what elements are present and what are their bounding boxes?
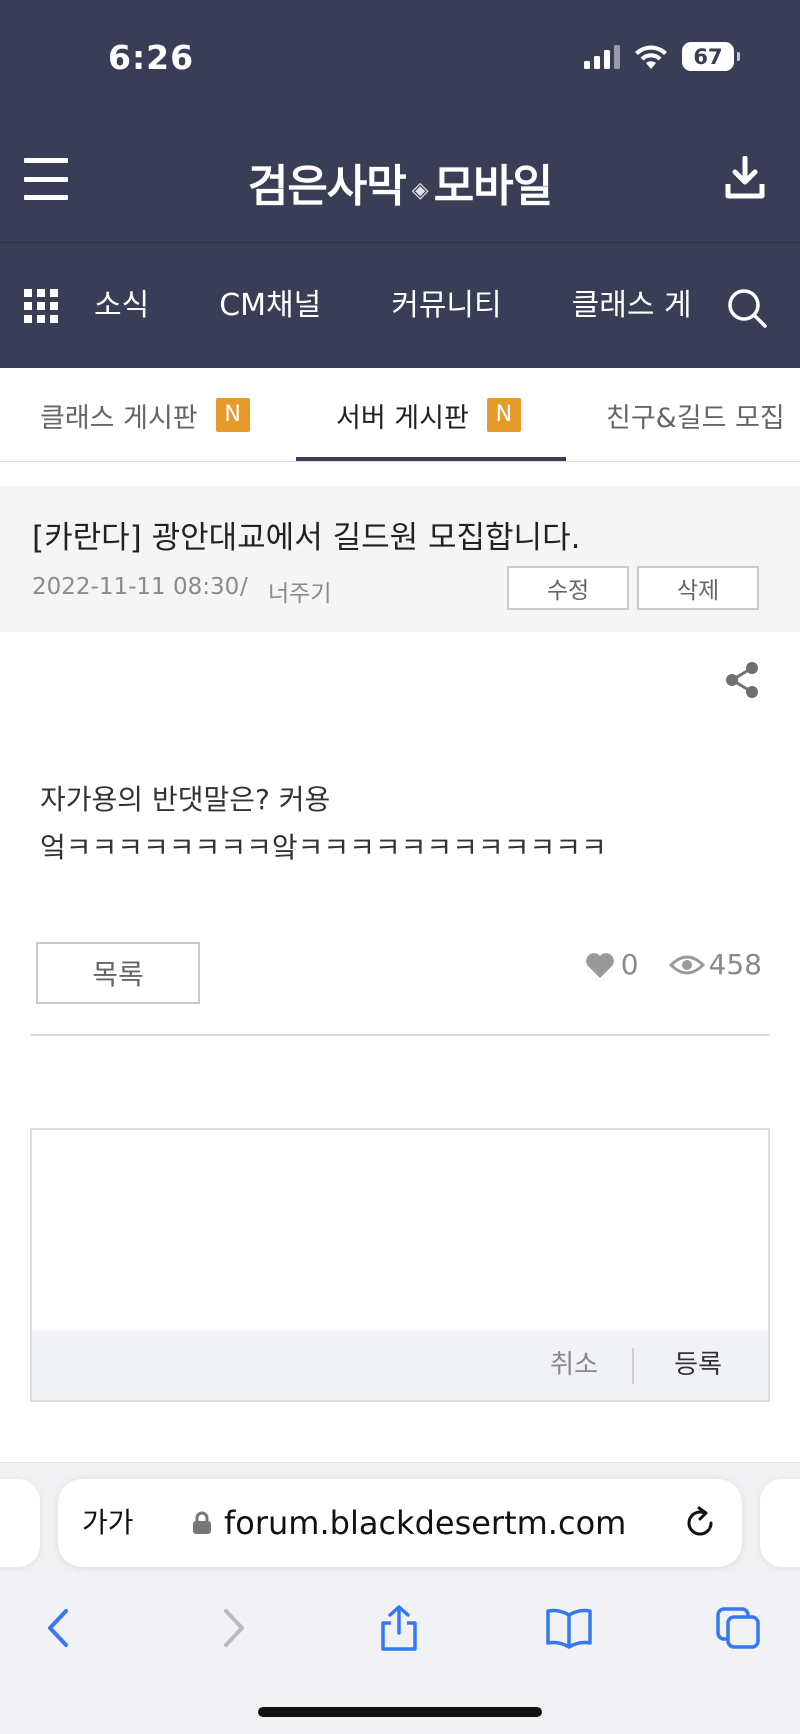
post-body-line: 자가용의 반댓말은? 커용 xyxy=(40,783,331,816)
post-author[interactable]: 너주기 xyxy=(268,574,331,608)
home-indicator xyxy=(258,1707,542,1717)
tab-label: 서버 게시판 xyxy=(336,402,469,434)
share-sheet-icon[interactable] xyxy=(375,1605,423,1651)
tab-label: 클래스 게시판 xyxy=(40,402,198,434)
app-header: 6:26 67 검은사막 ◈ 모바일 xyxy=(0,0,800,242)
post-header: [카란다] 광안대교에서 길드원 모집합니다. 2022-11-11 08:30… xyxy=(0,486,800,632)
tabs-icon[interactable] xyxy=(714,1605,762,1651)
status-icons: 67 xyxy=(584,42,740,71)
nav-items: 소식 CM채널 커뮤니티 클래스 게 xyxy=(94,281,714,331)
tab-server-board[interactable]: 서버 게시판 N xyxy=(336,368,521,461)
text-size-button[interactable]: 가가 xyxy=(82,1479,134,1567)
nav-item-news[interactable]: 소식 xyxy=(94,281,149,331)
back-icon[interactable] xyxy=(36,1605,84,1651)
battery-level: 67 xyxy=(693,44,723,69)
logo-diamond-icon: ◈ xyxy=(411,176,429,203)
battery-icon: 67 xyxy=(682,42,740,71)
post-date: 2022-11-11 08:30 xyxy=(32,574,240,600)
comment-input[interactable] xyxy=(32,1130,768,1330)
like-count: 0 xyxy=(620,948,639,981)
cancel-button[interactable]: 취소 xyxy=(550,1330,598,1400)
view-stat: 458 xyxy=(668,948,762,981)
post-body-line: 엌ㅋㅋㅋㅋㅋㅋㅋㅋ앜ㅋㅋㅋㅋㅋㅋㅋㅋㅋㅋㅋㅋ xyxy=(40,831,607,864)
logo-text-left: 검은사막 xyxy=(247,161,407,212)
active-tab-indicator xyxy=(296,457,566,461)
post-stats: 0 458 xyxy=(585,948,762,981)
submit-button[interactable]: 등록 xyxy=(674,1330,722,1400)
wifi-icon xyxy=(635,45,667,69)
site-logo[interactable]: 검은사막 ◈ 모바일 xyxy=(0,150,800,214)
comment-form: 취소 등록 xyxy=(30,1128,770,1402)
like-stat[interactable]: 0 xyxy=(585,948,639,981)
tab-class-board[interactable]: 클래스 게시판 N xyxy=(40,368,250,461)
new-badge: N xyxy=(215,398,250,432)
list-button[interactable]: 목록 xyxy=(36,942,200,1004)
edit-button[interactable]: 수정 xyxy=(507,566,629,610)
text-size-label: 가가 xyxy=(82,1506,134,1539)
post-title: [카란다] 광안대교에서 길드원 모집합니다. xyxy=(32,520,581,556)
tab-friend-guild-board[interactable]: 친구&길드 모집 xyxy=(606,368,785,461)
nav-item-class[interactable]: 클래스 게 xyxy=(572,281,692,331)
view-count: 458 xyxy=(708,948,762,981)
nav-item-community[interactable]: 커뮤니티 xyxy=(391,281,501,331)
bookmarks-icon[interactable] xyxy=(545,1605,593,1651)
address-bar[interactable]: 가가 forum.blackdesertm.com xyxy=(58,1479,742,1567)
board-tabs: 클래스 게시판 N 서버 게시판 N 친구&길드 모집 xyxy=(0,368,800,462)
url-text: forum.blackdesertm.com xyxy=(224,1504,627,1542)
lock-icon xyxy=(193,1511,211,1534)
share-icon[interactable] xyxy=(722,660,762,700)
all-menu-grid-icon[interactable] xyxy=(24,289,58,323)
previous-tab-preview[interactable] xyxy=(0,1479,40,1567)
browser-toolbar xyxy=(0,1591,800,1663)
tab-label: 친구&길드 모집 xyxy=(606,402,785,434)
download-icon[interactable] xyxy=(724,156,766,200)
meta-separator: / xyxy=(240,574,248,600)
signal-icon xyxy=(584,44,620,69)
eye-icon xyxy=(668,955,705,974)
delete-button[interactable]: 삭제 xyxy=(637,566,759,610)
action-divider xyxy=(632,1348,634,1384)
main-nav: 소식 CM채널 커뮤니티 클래스 게 xyxy=(0,242,800,368)
nav-item-cm-channel[interactable]: CM채널 xyxy=(219,281,321,331)
browser-chrome: 가가 forum.blackdesertm.com xyxy=(0,1462,800,1734)
logo-text-right: 모바일 xyxy=(433,161,553,212)
next-tab-preview[interactable] xyxy=(760,1479,800,1567)
status-time: 6:26 xyxy=(108,38,195,77)
content-divider xyxy=(30,1034,770,1036)
forward-icon[interactable] xyxy=(208,1605,256,1651)
reload-icon[interactable] xyxy=(682,1505,718,1541)
search-icon[interactable] xyxy=(726,287,768,329)
new-badge: N xyxy=(486,398,521,432)
heart-icon xyxy=(585,952,614,978)
comment-actions: 취소 등록 xyxy=(32,1330,768,1400)
